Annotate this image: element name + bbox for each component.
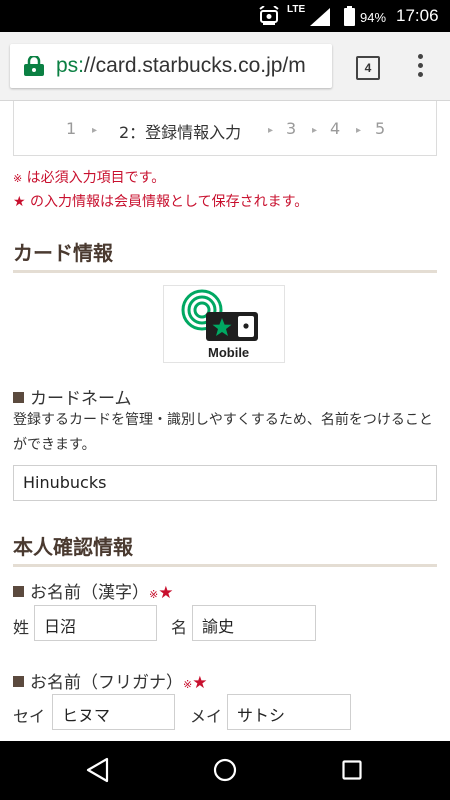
address-bar[interactable]: ps://card.starbucks.co.jp/m bbox=[10, 44, 332, 88]
step-indicator: 1 ▸ 2：登録情報入力 ▸ 3 ▸ 4 ▸ 5 bbox=[13, 101, 437, 156]
url-host: //card.starbucks.co.jp/m bbox=[84, 54, 306, 77]
card-label: Mobile bbox=[208, 345, 249, 360]
required-mark: ※ bbox=[13, 172, 23, 185]
notification-icon bbox=[259, 6, 279, 25]
clock: 17:06 bbox=[396, 6, 439, 25]
step-2-active: 2：登録情報入力 bbox=[119, 123, 242, 142]
required-note-text: は必須入力項目です。 bbox=[26, 170, 166, 186]
card-name-label-text: カードネーム bbox=[30, 389, 132, 409]
browser-toolbar: ps://card.starbucks.co.jp/m 4 bbox=[0, 32, 450, 101]
first-name-kana-input[interactable]: サトシ bbox=[227, 694, 351, 730]
url-text: ps://card.starbucks.co.jp/m bbox=[56, 54, 306, 78]
navigation-bar bbox=[0, 741, 450, 800]
section-divider bbox=[13, 270, 437, 273]
tabs-icon[interactable]: 4 bbox=[356, 56, 380, 80]
chevron-right-icon: ▸ bbox=[356, 125, 362, 136]
status-bar: LTE 94% 17:06 bbox=[0, 0, 450, 32]
chevron-right-icon: ▸ bbox=[312, 125, 318, 136]
step-5: 5 bbox=[375, 119, 386, 138]
network-type-label: LTE bbox=[287, 4, 306, 15]
back-icon[interactable] bbox=[85, 757, 111, 783]
card-name-description: 登録するカードを管理・識別しやすくするため、名前をつけることができます。 bbox=[13, 412, 433, 453]
card-name-input[interactable]: Hinubucks bbox=[13, 465, 437, 501]
star-icon: ★ bbox=[192, 673, 208, 693]
first-name-label: 名 bbox=[171, 618, 188, 637]
first-name-input[interactable]: 諭史 bbox=[192, 605, 316, 641]
last-name-label: 姓 bbox=[13, 618, 30, 637]
lock-icon bbox=[24, 56, 44, 76]
identity-section-title: 本人確認情報 bbox=[13, 535, 133, 559]
battery-icon bbox=[344, 6, 355, 26]
last-name-kana-input[interactable]: ヒヌマ bbox=[52, 694, 175, 730]
first-name-kana-label: メイ bbox=[190, 707, 223, 726]
overflow-menu-icon[interactable] bbox=[412, 54, 428, 80]
home-icon[interactable] bbox=[213, 758, 237, 782]
name-kana-label: お名前（フリガナ）※★ bbox=[13, 668, 207, 693]
square-bullet-icon bbox=[13, 392, 24, 403]
chevron-right-icon: ▸ bbox=[92, 125, 98, 136]
name-kanji-label-text: お名前（漢字） bbox=[30, 583, 149, 603]
mobile-card-image: Mobile bbox=[163, 285, 285, 363]
card-name-label: カードネーム bbox=[13, 384, 132, 409]
step-1: 1 bbox=[66, 119, 77, 138]
step-4: 4 bbox=[330, 119, 341, 138]
page-content: 1 ▸ 2：登録情報入力 ▸ 3 ▸ 4 ▸ 5 ※ は必須入力項目です。 ★ … bbox=[0, 101, 450, 741]
url-scheme: ps: bbox=[56, 54, 85, 77]
square-bullet-icon bbox=[13, 676, 24, 687]
battery-percent: 94% bbox=[360, 10, 387, 25]
step-3: 3 bbox=[286, 119, 297, 138]
last-name-input[interactable]: 日沼 bbox=[34, 605, 157, 641]
star-note-text: の入力情報は会員情報として保存されます。 bbox=[30, 194, 309, 210]
chevron-right-icon: ▸ bbox=[268, 125, 274, 136]
square-bullet-icon bbox=[13, 586, 24, 597]
required-mark: ※ bbox=[149, 588, 159, 601]
name-kanji-label: お名前（漢字）※★ bbox=[13, 578, 173, 603]
last-name-kana-label: セイ bbox=[13, 707, 46, 726]
card-section-title: カード情報 bbox=[13, 241, 113, 265]
recent-apps-icon[interactable] bbox=[342, 760, 362, 780]
signal-icon bbox=[310, 8, 330, 26]
star-icon: ★ bbox=[158, 583, 174, 603]
name-kana-label-text: お名前（フリガナ） bbox=[30, 673, 183, 693]
required-note: ※ は必須入力項目です。 bbox=[13, 167, 165, 187]
mobile-card-icon: Mobile bbox=[181, 289, 258, 360]
star-mark: ★ bbox=[13, 194, 26, 210]
section-divider bbox=[13, 564, 437, 567]
star-note: ★ の入力情報は会員情報として保存されます。 bbox=[13, 191, 308, 211]
required-mark: ※ bbox=[183, 678, 193, 691]
